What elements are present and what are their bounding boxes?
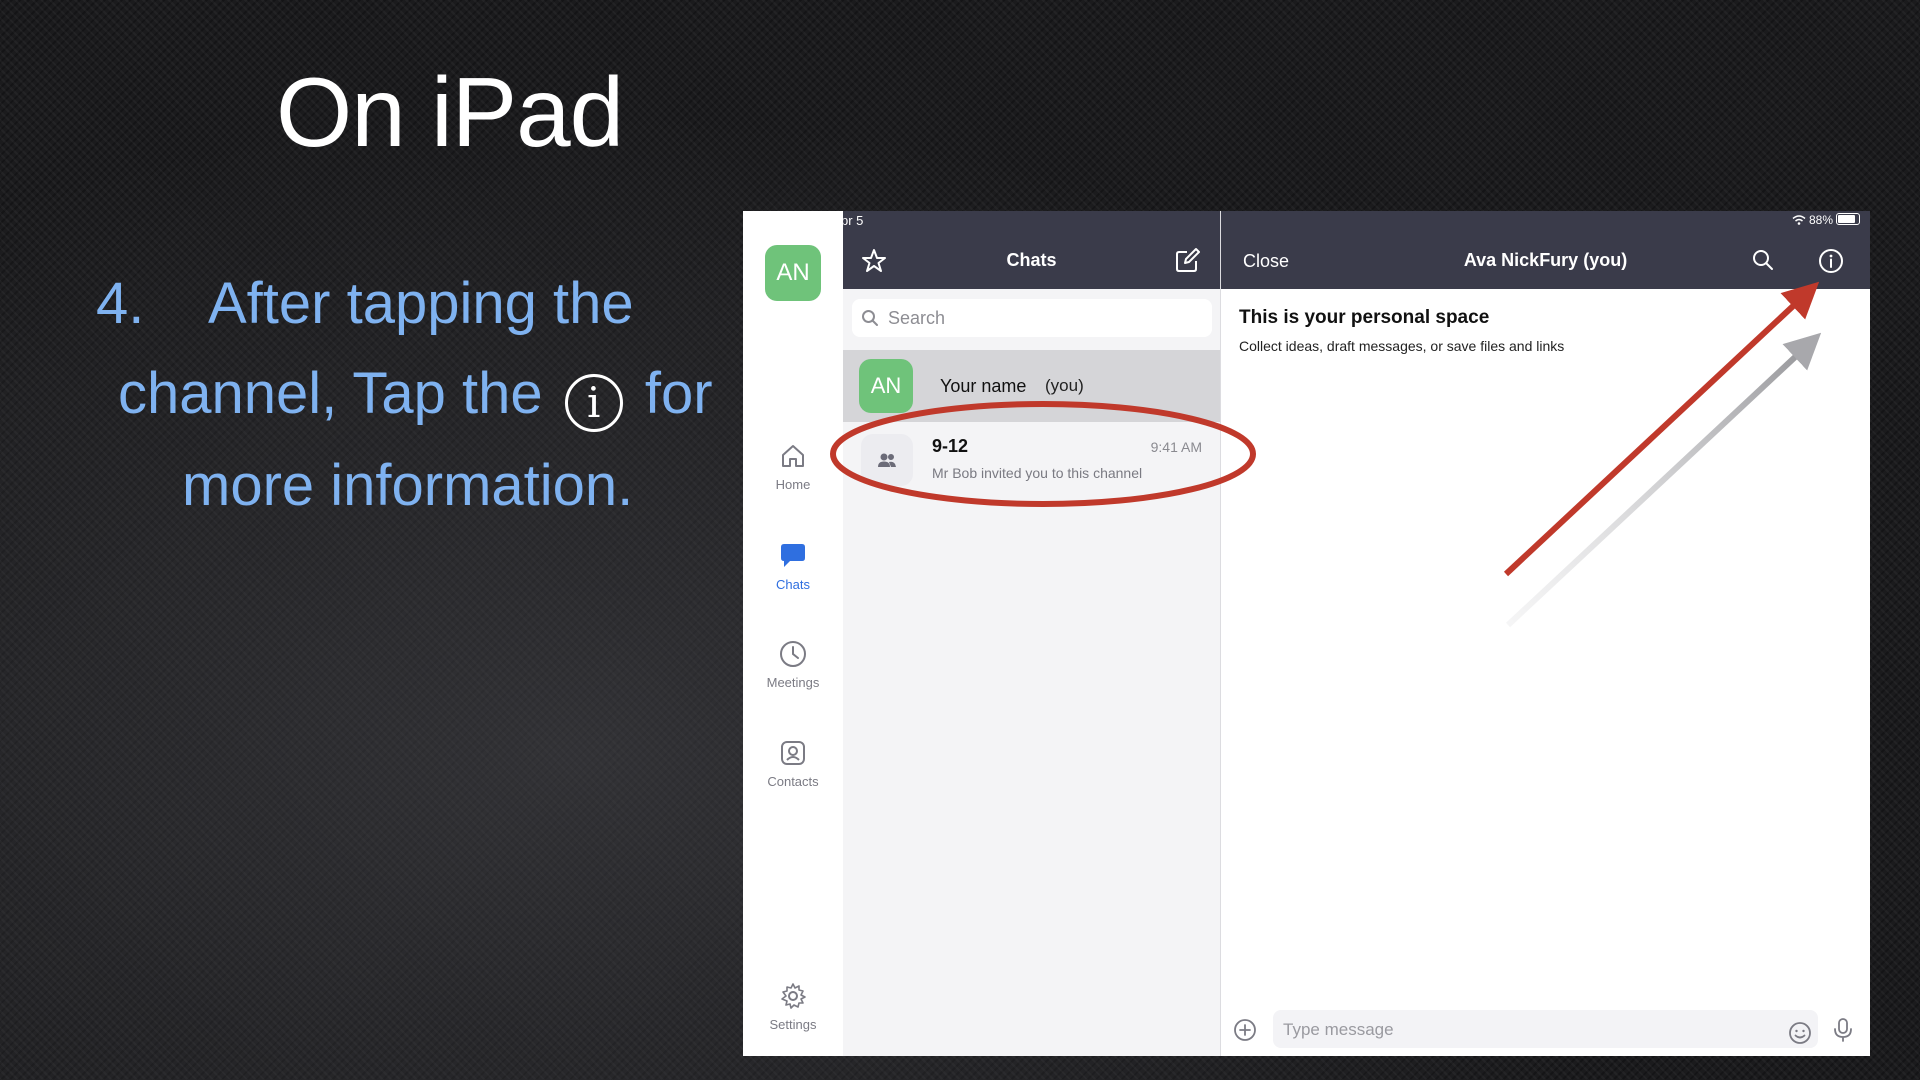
step-line-3: more information. (182, 453, 634, 518)
channel-subtitle: Mr Bob invited you to this channel (932, 465, 1143, 481)
list-item-channel[interactable]: 9-12 9:41 AM Mr Bob invited you to this … (843, 422, 1220, 498)
step-line-2: channel, Tap the i for (118, 360, 713, 432)
status-battery: 88% (1792, 213, 1860, 227)
search-input[interactable]: Search (852, 299, 1212, 337)
clock-icon (780, 641, 806, 667)
avatar: AN (859, 359, 913, 413)
status-date: pr 5 (841, 213, 864, 228)
chats-header: pr 5 Chats (841, 211, 1220, 289)
plus-circle-icon[interactable] (1233, 1018, 1257, 1042)
sidebar-item-settings[interactable]: Settings (743, 981, 843, 1032)
group-icon (878, 453, 896, 467)
self-suffix: (you) (1045, 376, 1084, 395)
info-icon: i (564, 374, 623, 432)
sidebar-item-home[interactable]: Home (743, 441, 843, 492)
sidebar: AN Home Chats Meetings Contacts Settings (743, 211, 844, 1056)
self-name: Your name (940, 376, 1027, 396)
slide-title: On iPad (276, 57, 624, 167)
channel-name: 9-12 (932, 436, 969, 456)
search-icon[interactable] (1751, 248, 1775, 272)
sidebar-item-label: Meetings (766, 675, 820, 690)
wifi-icon (1792, 215, 1806, 225)
message-placeholder: Type message (1283, 1020, 1394, 1039)
battery-icon (1836, 213, 1860, 225)
channel-time: 9:41 AM (1150, 439, 1202, 455)
sidebar-item-chats[interactable]: Chats (743, 541, 843, 592)
sidebar-item-label: Contacts (767, 774, 819, 789)
microphone-icon[interactable] (1833, 1017, 1853, 1043)
home-icon (782, 445, 804, 467)
sidebar-item-meetings[interactable]: Meetings (743, 639, 843, 690)
personal-space-subtitle: Collect ideas, draft messages, or save f… (1239, 338, 1565, 354)
personal-space-title: This is your personal space (1239, 307, 1490, 328)
conversation-panel: 88% Close Ava NickFury (you) This is you… (1221, 211, 1870, 1056)
message-composer: Type message (1221, 1006, 1870, 1056)
avatar[interactable]: AN (765, 245, 821, 301)
step-number: 4. (96, 271, 145, 336)
search-icon (862, 310, 878, 326)
list-item-self[interactable]: AN Your name (you) (843, 350, 1220, 422)
channel-avatar (861, 434, 913, 486)
info-icon[interactable] (1818, 248, 1844, 274)
compose-icon[interactable] (1173, 247, 1201, 275)
gear-icon (781, 983, 806, 1009)
chats-title: Chats (1006, 250, 1057, 270)
ipad-screenshot: AN Home Chats Meetings Contacts Settings… (743, 211, 1870, 1056)
chats-panel: pr 5 Chats Search AN Your name (you) 9-1… (841, 211, 1221, 1056)
step-text-1: After tapping the (208, 271, 634, 336)
step-text-2b: for (644, 361, 713, 426)
sidebar-item-label: Settings (769, 1017, 817, 1032)
sidebar-item-label: Home (775, 477, 811, 492)
sidebar-item-label: Chats (776, 577, 810, 592)
chat-bubble-icon (781, 544, 805, 567)
sidebar-item-contacts[interactable]: Contacts (743, 738, 843, 789)
step-line-1: 4. After tapping the (96, 270, 634, 337)
step-text-2a: channel, Tap the (118, 361, 543, 426)
battery-percent: 88% (1808, 213, 1833, 227)
search-placeholder: Search (888, 308, 946, 328)
conversation-header: 88% Close Ava NickFury (you) (1221, 211, 1870, 289)
message-input[interactable]: Type message (1273, 1010, 1818, 1048)
contact-card-icon (781, 741, 805, 765)
emoji-icon[interactable] (1788, 1021, 1812, 1045)
